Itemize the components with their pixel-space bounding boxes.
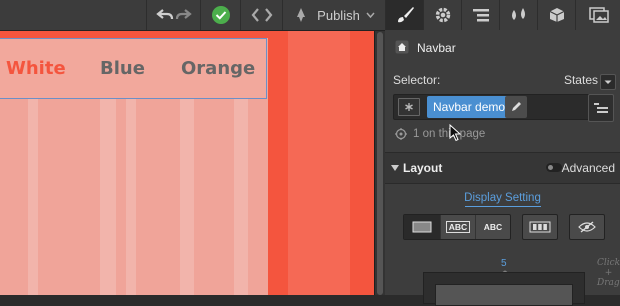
layout-title: Layout [403,161,443,175]
eye-hidden-icon [578,221,596,233]
block-icon [412,221,432,233]
mouse-cursor-icon [449,124,462,142]
selector-label: Selector: [393,73,441,87]
display-options: ABC ABC [403,214,511,240]
flex-icon [529,221,551,233]
nav-link-blue[interactable]: Blue [100,58,145,79]
click-drag-hint: Click + Drag [597,258,620,288]
display-flex-button[interactable] [522,214,558,240]
tab-settings[interactable] [423,0,462,30]
hint-line1: Click [597,258,620,268]
nav-link-white[interactable]: White [6,58,66,79]
edit-selector-button[interactable] [505,96,527,118]
display-inline-block-button[interactable]: ABC [440,215,475,239]
status-button[interactable] [200,0,241,30]
check-circle-icon [211,5,231,25]
tab-navigator[interactable] [461,0,500,30]
grid-column [288,0,350,295]
list-icon [594,103,608,113]
scrollbar-thumb[interactable] [377,32,383,295]
top-toolbar: Publish [0,0,620,31]
breadcrumb-label: Navbar [417,41,456,55]
selector-list-button[interactable] [588,94,614,122]
hint-line2: + [604,268,613,278]
design-canvas[interactable]: White Blue Orange [0,0,374,295]
spacing-box-padding[interactable] [435,284,573,306]
display-none-button[interactable] [569,214,605,240]
states-dropdown[interactable] [600,74,616,90]
display-block-button[interactable] [404,215,440,239]
advanced-toggle[interactable] [546,163,562,172]
code-button[interactable] [240,0,283,30]
caret-down-icon [391,165,399,171]
advanced-label: Advanced [561,161,615,175]
spacing-margin-top-value[interactable]: 5 [501,258,507,269]
style-panel: Navbar Selector: States Navbar demo 1 on… [385,30,620,306]
panel-scrollbar[interactable] [374,0,385,295]
tab-assets[interactable] [575,0,620,30]
display-inline-button[interactable]: ABC [475,215,510,239]
brush-icon [395,6,415,24]
target-icon [395,128,407,140]
publish-button[interactable]: Publish [282,0,385,30]
class-asterisk-icon [398,98,420,116]
tab-interactions[interactable] [499,0,538,30]
redo-icon[interactable] [175,7,193,23]
assets-icon [588,7,609,23]
display-setting-label: Display Setting [464,192,541,204]
box-icon [549,7,565,23]
publish-label: Publish [317,7,360,23]
hint-line3: Drag [597,278,620,288]
tab-style[interactable] [385,0,424,30]
navigator-icon [472,8,490,22]
chevron-down-icon [366,12,375,18]
inline-block-label: ABC [445,221,471,233]
rocket-icon [293,7,309,23]
undo-icon[interactable] [155,7,175,23]
nav-link-orange[interactable]: Orange [181,58,255,79]
drops-icon [509,7,529,23]
selector-tag[interactable]: Navbar demo [427,96,512,118]
on-page-count[interactable]: 1 on this page [395,128,485,140]
chevron-down-icon [604,80,612,84]
undo-redo-group [146,0,201,30]
breadcrumb[interactable]: Navbar [385,38,456,58]
selector-field[interactable]: Navbar demo [393,94,590,120]
pencil-icon [512,102,521,111]
states-label: States [563,73,598,87]
home-icon [395,40,409,57]
tab-symbols[interactable] [537,0,576,30]
code-icon [251,7,273,23]
display-setting-underline [465,206,541,207]
gear-icon [434,6,452,24]
layout-section-header[interactable]: Layout Advanced [385,152,620,184]
